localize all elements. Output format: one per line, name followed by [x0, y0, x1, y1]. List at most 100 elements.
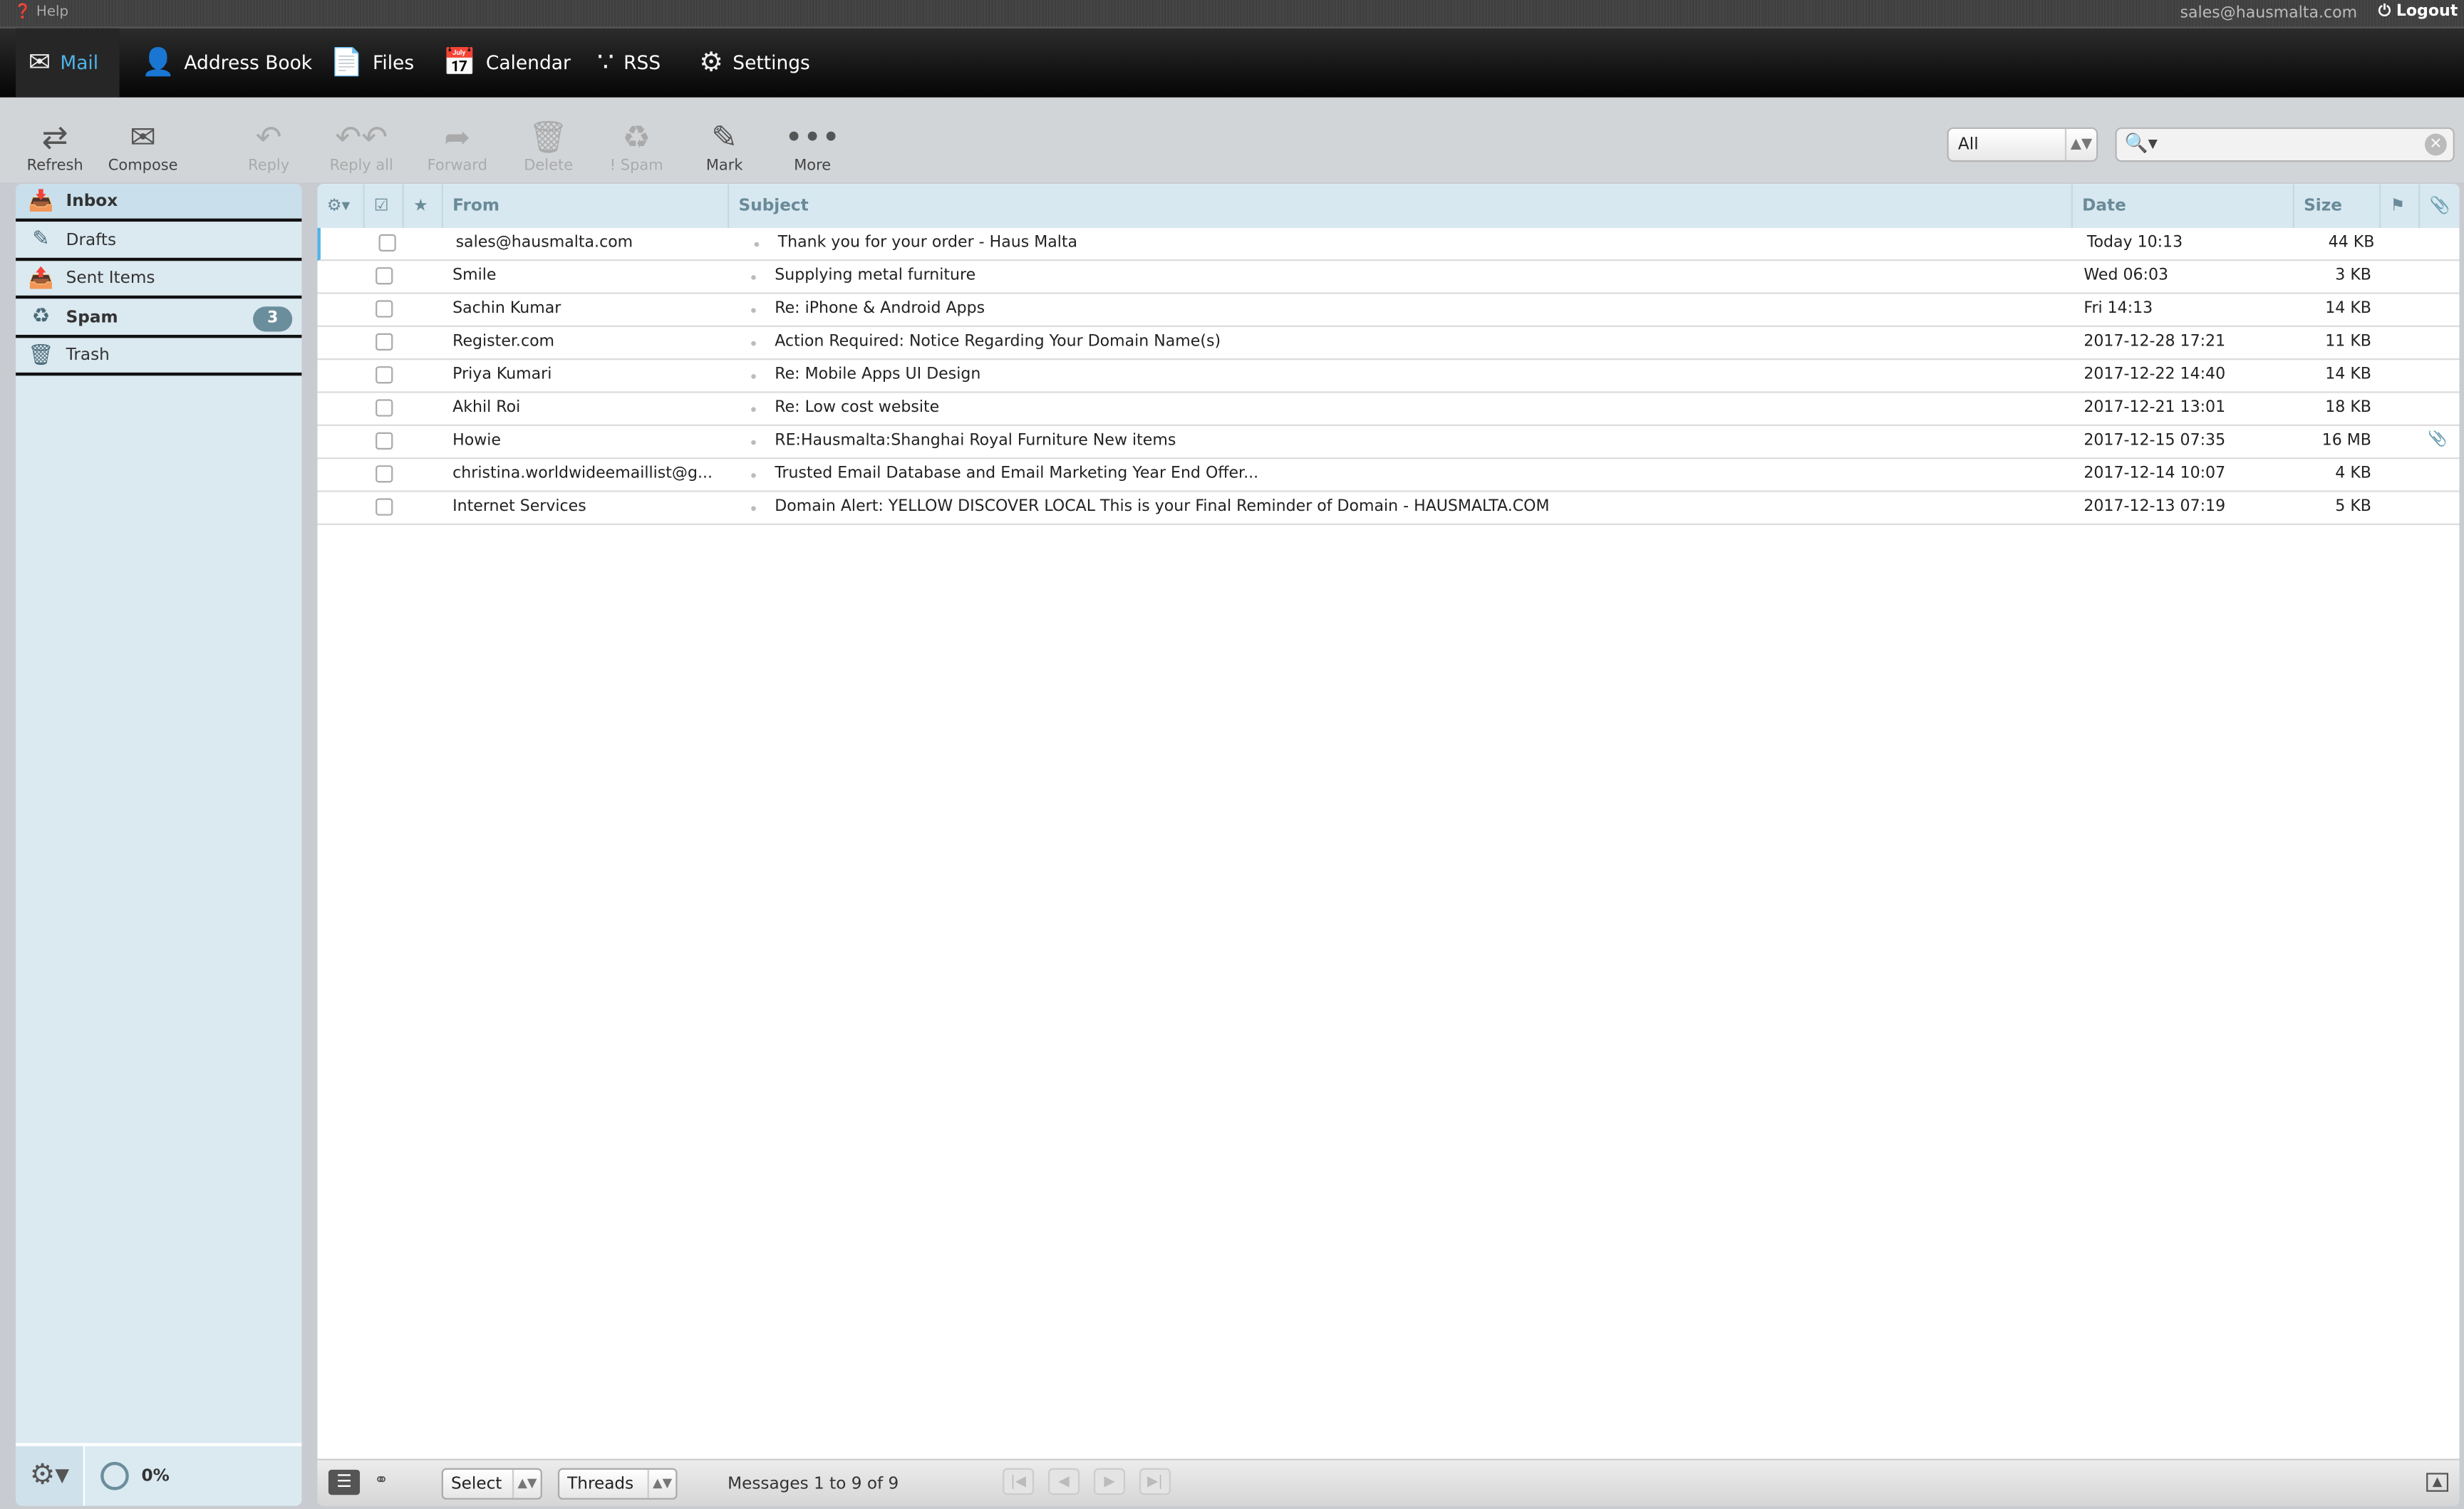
status-dot-icon[interactable]: [751, 440, 756, 445]
status-dot-icon[interactable]: [751, 374, 756, 379]
status-dot-icon[interactable]: [751, 275, 756, 280]
table-row[interactable]: Smile Supplying metal furniture Wed 06:0…: [317, 261, 2460, 294]
nav-label: Mail: [60, 51, 99, 74]
logout-button[interactable]: ⏻ Logout: [2378, 3, 2458, 20]
main-nav: ✉ Mail 👤 Address Book 📄 Files 📅 Calendar ∵ RS…: [0, 28, 2464, 98]
nav-rss[interactable]: ∵ RSS: [597, 28, 661, 98]
refresh-icon: ⇄: [41, 118, 68, 156]
row-checkbox[interactable]: [376, 366, 393, 384]
table-row[interactable]: Howie RE:Hausmalta:Shanghai Royal Furnit…: [317, 426, 2460, 460]
row-checkbox[interactable]: [378, 234, 396, 252]
status-dot-icon[interactable]: [751, 407, 756, 413]
nav-label: Settings: [733, 51, 810, 74]
message-subject: Action Required: Notice Regarding Your D…: [775, 333, 1221, 351]
logout-label: Logout: [2396, 3, 2458, 21]
nav-settings[interactable]: ⚙ Settings: [699, 28, 809, 98]
threads-view-icon[interactable]: ⚭: [374, 1470, 388, 1490]
folder-drafts[interactable]: ✎ Drafts: [16, 222, 302, 261]
status-dot-icon[interactable]: [751, 341, 756, 346]
row-checkbox[interactable]: [376, 498, 393, 516]
threads-dropdown[interactable]: Threads ▲▼: [557, 1468, 678, 1500]
message-date: Fri 14:13: [2083, 300, 2153, 318]
folder-label: Inbox: [66, 192, 118, 211]
toggle-preview-icon[interactable]: ▲: [2426, 1473, 2449, 1492]
folder-actions-gear-icon[interactable]: ⚙▾: [16, 1446, 86, 1506]
label: Spam: [620, 157, 663, 175]
reply-button[interactable]: ↶ Reply: [228, 116, 310, 174]
updown-icon: ▲▼: [2064, 128, 2096, 161]
folder-trash[interactable]: 🗑 Trash: [16, 338, 302, 376]
table-row[interactable]: Sachin Kumar Re: iPhone & Android Apps F…: [317, 294, 2460, 327]
row-checkbox[interactable]: [376, 300, 393, 318]
message-from: Smile: [452, 267, 497, 285]
row-checkbox[interactable]: [376, 432, 393, 450]
attachment-icon[interactable]: 📎: [2420, 184, 2459, 228]
updown-icon: ▲▼: [512, 1469, 541, 1498]
list-view-icon[interactable]: ☰: [328, 1469, 361, 1495]
message-size: 44 KB: [2328, 234, 2375, 252]
message-subject: Domain Alert: YELLOW DISCOVER LOCAL This…: [775, 498, 1550, 516]
reply-all-button[interactable]: ↶↶ Reply all: [321, 116, 403, 174]
clear-search-icon[interactable]: ×: [2424, 133, 2447, 156]
refresh-button[interactable]: ⇄ Refresh: [14, 116, 96, 174]
mark-button[interactable]: ✎ Mark: [683, 116, 765, 174]
last-page-button[interactable]: ▶|: [1139, 1468, 1171, 1495]
power-icon: ⏻: [2378, 3, 2391, 21]
status-dot-icon[interactable]: [751, 308, 756, 313]
message-size: 16 MB: [2321, 432, 2371, 450]
prev-page-button[interactable]: ◀: [1048, 1468, 1080, 1495]
star-icon[interactable]: ★: [404, 184, 443, 228]
delete-button[interactable]: 🗑 Delete: [507, 116, 589, 174]
row-checkbox[interactable]: [376, 333, 393, 351]
search-icon[interactable]: 🔍▾: [2125, 132, 2158, 154]
compose-button[interactable]: ✉ Compose: [102, 116, 184, 175]
top-bar: ❓ Help sales@hausmalta.com ⏻ Logout: [0, 0, 2464, 28]
message-date: 2017-12-13 07:19: [2083, 498, 2226, 516]
list-header: ⚙▾ ☑ ★ From Subject Date Size ⚑ 📎: [317, 184, 2460, 228]
unread-badge: 3: [253, 306, 293, 331]
message-subject: Re: Low cost website: [775, 399, 940, 417]
status-dot-icon[interactable]: [751, 506, 756, 512]
row-checkbox[interactable]: [376, 399, 393, 417]
table-row[interactable]: Akhil Roi Re: Low cost website 2017-12-2…: [317, 393, 2460, 426]
search-input[interactable]: [2158, 132, 2409, 157]
user-email: sales@hausmalta.com: [2180, 4, 2358, 22]
status-dot-icon[interactable]: [754, 242, 760, 247]
next-page-button[interactable]: ▶: [1093, 1468, 1126, 1495]
nav-files[interactable]: 📄 Files: [330, 28, 414, 98]
reply-icon: ↶: [255, 118, 282, 156]
row-checkbox[interactable]: [376, 267, 393, 285]
column-size[interactable]: Size: [2294, 184, 2381, 228]
help-link[interactable]: ❓ Help: [14, 5, 68, 21]
column-from[interactable]: From: [443, 184, 730, 228]
message-from: Sachin Kumar: [452, 300, 561, 318]
label: Compose: [108, 157, 178, 175]
first-page-button[interactable]: |◀: [1003, 1468, 1035, 1495]
spam-icon: ♻: [31, 305, 51, 329]
updown-icon: ▲▼: [647, 1469, 676, 1498]
table-row[interactable]: christina.worldwideemaillist@g... Truste…: [317, 459, 2460, 492]
row-checkbox[interactable]: [376, 465, 393, 483]
status-dot-icon[interactable]: [751, 473, 756, 478]
select-column-icon[interactable]: ☑: [365, 184, 404, 228]
folder-sent[interactable]: 📤 Sent Items: [16, 261, 302, 299]
table-row[interactable]: sales@hausmalta.com Thank you for your o…: [317, 227, 2460, 261]
select-dropdown[interactable]: Select ▲▼: [441, 1468, 542, 1500]
filter-select[interactable]: All ▲▼: [1947, 127, 2098, 162]
more-button[interactable]: ••• More: [772, 116, 854, 174]
table-row[interactable]: Register.com Action Required: Notice Reg…: [317, 327, 2460, 361]
spam-button[interactable]: ♻! Spam: [596, 116, 678, 175]
list-options-gear-icon[interactable]: ⚙▾: [317, 184, 365, 228]
table-row[interactable]: Internet Services Domain Alert: YELLOW D…: [317, 492, 2460, 525]
flag-icon[interactable]: ⚑: [2381, 184, 2421, 228]
nav-address-book[interactable]: 👤 Address Book: [141, 28, 312, 98]
forward-button[interactable]: ➦ Forward: [416, 116, 498, 174]
folder-inbox[interactable]: 📥 Inbox: [16, 184, 302, 222]
nav-mail[interactable]: ✉ Mail: [16, 28, 120, 98]
folder-spam[interactable]: ♻ Spam 3: [16, 299, 302, 338]
inbox-icon: 📥: [28, 189, 54, 213]
table-row[interactable]: Priya Kumari Re: Mobile Apps UI Design 2…: [317, 360, 2460, 393]
nav-calendar[interactable]: 📅 Calendar: [443, 28, 571, 98]
column-date[interactable]: Date: [2073, 184, 2294, 228]
column-subject[interactable]: Subject: [729, 184, 2073, 228]
